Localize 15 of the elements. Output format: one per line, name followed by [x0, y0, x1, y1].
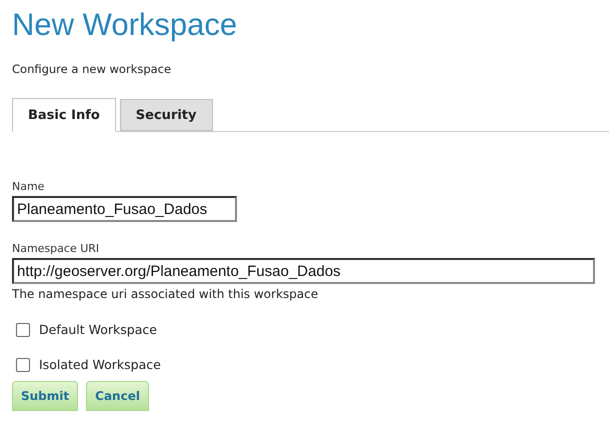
- page-subtitle: Configure a new workspace: [12, 62, 172, 76]
- text-field[interactable]: http://geoserver.org/Planeamento_Fusao_Dados: [12, 258, 595, 284]
- tab[interactable]: Security: [120, 99, 212, 131]
- tab[interactable]: Basic Info: [12, 98, 116, 132]
- field-label: Name: [12, 180, 46, 193]
- checkbox-label: Isolated Workspace: [39, 357, 161, 372]
- field-label: Namespace URI: [12, 242, 100, 255]
- page-title: New Workspace: [12, 6, 238, 44]
- text-field[interactable]: Planeamento_Fusao_Dados: [12, 196, 237, 222]
- checkbox-label: Default Workspace: [39, 322, 157, 337]
- submit-button[interactable]: Submit: [12, 381, 78, 411]
- checkbox[interactable]: [16, 358, 30, 372]
- cancel-button[interactable]: Cancel: [86, 381, 149, 411]
- help-text: The namespace uri associated with this workspace: [12, 287, 320, 301]
- checkbox[interactable]: [16, 322, 30, 336]
